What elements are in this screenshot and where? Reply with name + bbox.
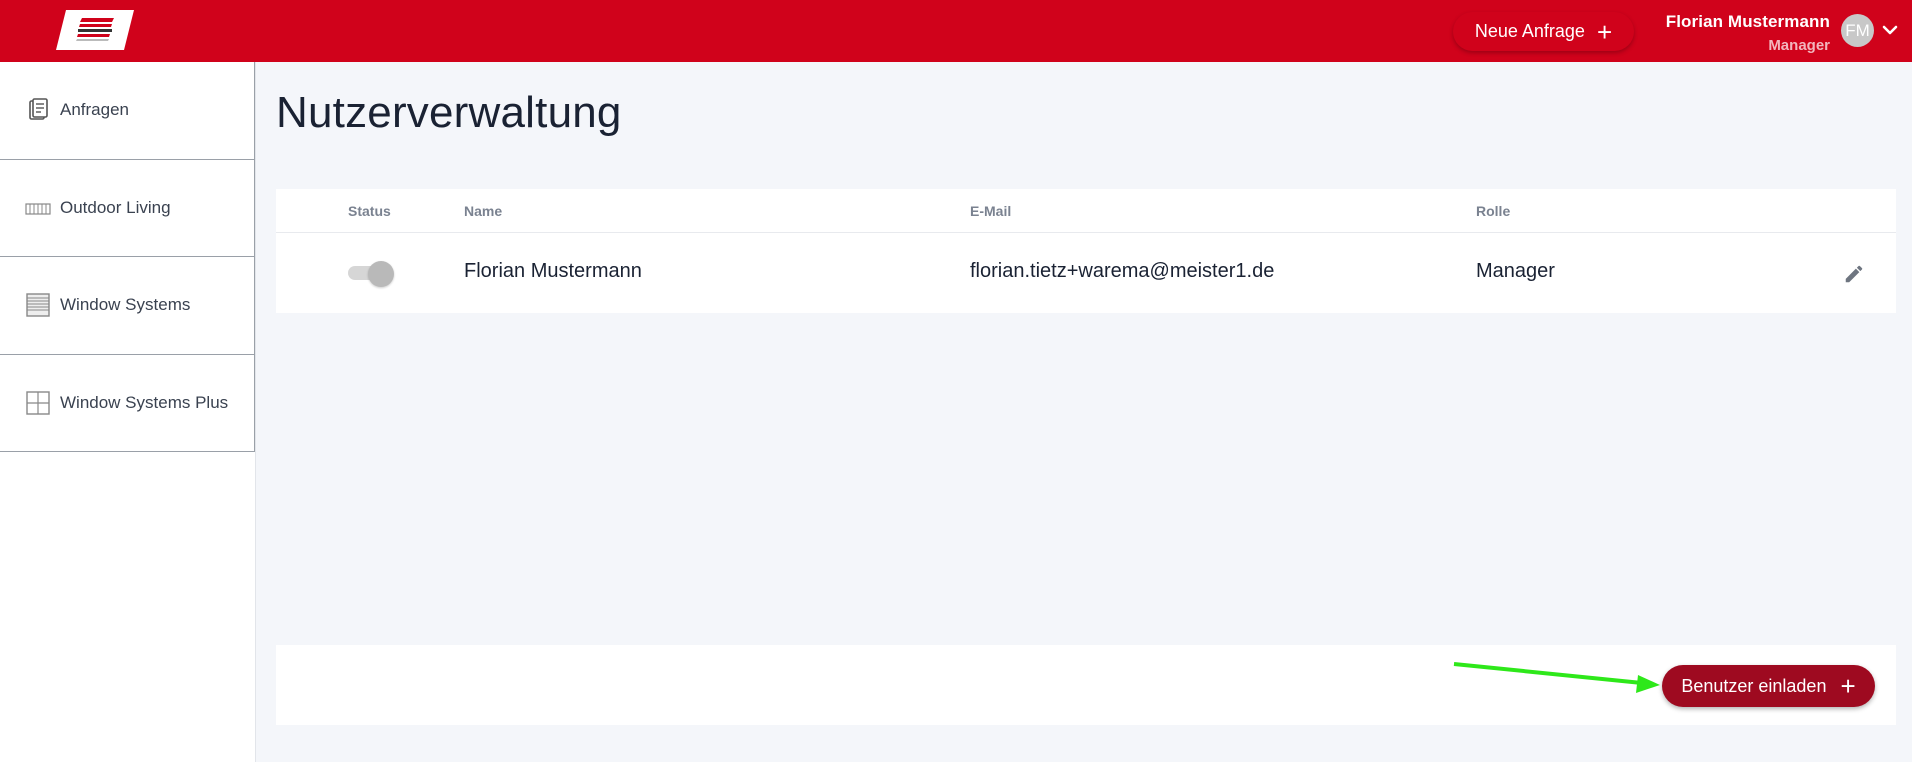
sidebar-item-outdoor-living[interactable]: Outdoor Living — [0, 159, 255, 257]
chevron-down-icon[interactable] — [1880, 20, 1900, 40]
document-list-icon — [25, 97, 51, 123]
new-request-label: Neue Anfrage — [1474, 21, 1585, 41]
user-role: Manager — [1768, 37, 1830, 54]
invite-user-button[interactable]: Benutzer einladen + — [1662, 665, 1875, 707]
plus-icon: + — [1840, 671, 1856, 701]
sidebar-item-window-systems-plus[interactable]: Window Systems Plus — [0, 354, 255, 452]
user-name-cell: Florian Mustermann — [464, 260, 642, 282]
plus-icon: + — [1596, 16, 1613, 47]
table-header: Status Name E-Mail Rolle — [276, 189, 1896, 233]
pergola-icon — [25, 195, 51, 221]
column-header-email: E-Mail — [970, 203, 1012, 219]
user-name: Florian Mustermann — [1665, 12, 1830, 31]
sidebar-item-label: Window Systems — [60, 295, 191, 315]
sidebar-item-label: Outdoor Living — [60, 197, 171, 217]
column-header-role: Rolle — [1476, 203, 1511, 219]
users-table: Status Name E-Mail Rolle Florian Musterm… — [276, 189, 1896, 313]
invite-user-label: Benutzer einladen — [1681, 675, 1827, 696]
column-header-name: Name — [464, 203, 503, 219]
blind-icon — [25, 292, 51, 318]
edit-pencil-icon[interactable] — [1843, 263, 1865, 285]
sidebar-item-window-systems[interactable]: Window Systems — [0, 257, 255, 355]
sidebar-item-label: Window Systems Plus — [60, 392, 229, 412]
top-bar: Neue Anfrage + Florian Mustermann Manage… — [0, 0, 1912, 62]
sidebar: Anfragen Outdoor Living Window Systems W… — [0, 62, 256, 762]
page-title: Nutzerverwaltung — [276, 88, 622, 137]
warema-logo[interactable] — [56, 10, 134, 50]
annotation-arrow — [1453, 662, 1660, 693]
column-header-status: Status — [348, 203, 391, 219]
new-request-button[interactable]: Neue Anfrage + — [1453, 12, 1634, 51]
sidebar-item-label: Anfragen — [60, 100, 129, 120]
toggle-knob — [368, 261, 394, 287]
table-row: Florian Mustermann florian.tietz+warema@… — [276, 233, 1896, 313]
user-role-cell: Manager — [1476, 260, 1555, 282]
user-info[interactable]: Florian Mustermann Manager — [1666, 12, 1830, 54]
user-email-cell: florian.tietz+warema@meister1.de — [970, 260, 1275, 282]
window-grid-icon — [25, 390, 51, 416]
status-toggle[interactable] — [348, 261, 394, 287]
avatar[interactable]: FM — [1841, 14, 1874, 47]
sidebar-item-anfragen[interactable]: Anfragen — [0, 62, 255, 160]
